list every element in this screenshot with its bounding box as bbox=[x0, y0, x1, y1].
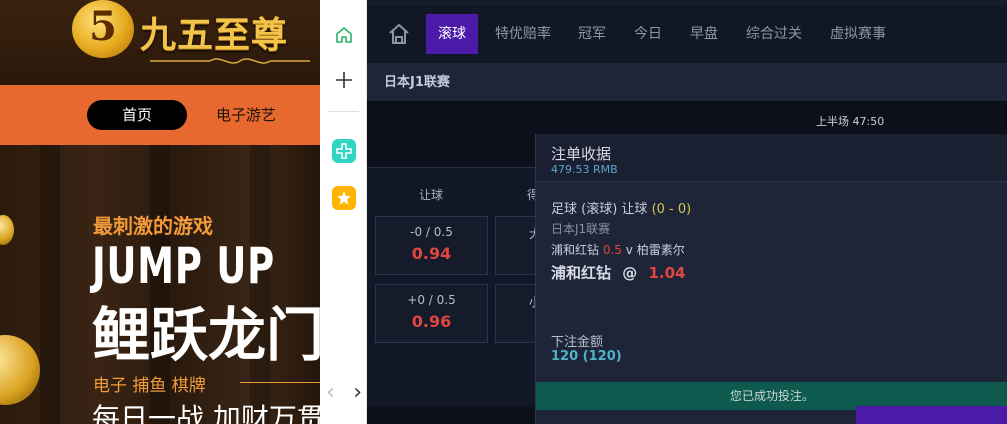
bet-score: (0 - 0) bbox=[651, 202, 692, 217]
casino-website: 5 九五至尊 首页 电子游艺 最刺激的游戏 JUMP UP 鲤跃龙门 电子 捕鱼… bbox=[0, 0, 320, 424]
home-icon[interactable] bbox=[387, 22, 411, 46]
match-period: 上半场 47:50 bbox=[816, 115, 885, 128]
coin-decoration bbox=[0, 215, 14, 245]
site-nav: 首页 电子游艺 bbox=[0, 85, 320, 145]
cross-app-icon bbox=[332, 139, 356, 163]
banner-stripe bbox=[40, 145, 60, 424]
chevron-right-icon[interactable]: › bbox=[353, 380, 362, 405]
tab-parlay[interactable]: 综合过关 bbox=[746, 14, 802, 54]
banner-divider bbox=[240, 382, 320, 383]
site-header: 5 九五至尊 bbox=[0, 0, 320, 85]
logo-emblem[interactable]: 5 bbox=[72, 0, 134, 58]
odds-line: -0 / 0.5 bbox=[410, 225, 453, 239]
bet-slip: 注单收据 479.53 RMB 足球 (滚球) 让球 (0 - 0) 日本J1联… bbox=[535, 134, 1007, 424]
bet-price: 1.04 bbox=[648, 264, 686, 282]
bet-handicap: 0.5 bbox=[602, 243, 622, 257]
banner-categories: 电子 捕鱼 棋牌 bbox=[93, 376, 206, 396]
bet-at: @ bbox=[622, 264, 638, 282]
sidebar-app-cross[interactable] bbox=[331, 138, 357, 164]
banner-headline-en: JUMP UP bbox=[92, 237, 275, 295]
browser-sidebar: ‹ › bbox=[320, 0, 367, 424]
chevron-left-icon[interactable]: ‹ bbox=[326, 380, 335, 405]
odds-line: +0 / 0.5 bbox=[407, 293, 456, 307]
star-app-icon bbox=[332, 186, 356, 210]
tab-early[interactable]: 早盘 bbox=[690, 14, 718, 54]
odds-price: 0.96 bbox=[411, 312, 452, 331]
sportsbook-nav: 滚球 特优赔率 冠军 今日 早盘 综合过关 虚拟赛事 bbox=[367, 6, 1007, 63]
bet-selection-team: 浦和红钻 bbox=[551, 264, 612, 282]
banner-slogan: 每日一战 加财万贯 bbox=[92, 402, 320, 424]
bet-home-team: 浦和红钻 bbox=[551, 243, 600, 257]
bet-away-team: 柏雷素尔 bbox=[636, 243, 685, 257]
sportsbook: 滚球 特优赔率 冠军 今日 早盘 综合过关 虚拟赛事 日本J1联赛 上半场 47… bbox=[367, 0, 1007, 424]
home-icon bbox=[336, 27, 352, 43]
sidebar-home-button[interactable] bbox=[331, 22, 357, 48]
nav-slots-link[interactable]: 电子游艺 bbox=[216, 100, 276, 130]
logo-text[interactable]: 九五至尊 bbox=[140, 6, 288, 58]
stake-value: 120 (120) bbox=[551, 349, 622, 364]
bet-slip-balance: 479.53 RMB bbox=[551, 163, 618, 176]
plus-icon bbox=[336, 72, 352, 88]
tab-virtual[interactable]: 虚拟赛事 bbox=[830, 14, 886, 54]
odds-cell[interactable]: +0 / 0.5 0.96 bbox=[375, 284, 488, 343]
sidebar-add-button[interactable] bbox=[331, 67, 357, 93]
sidebar-app-star[interactable] bbox=[331, 185, 357, 211]
odds-panel: 让球 得 -0 / 0.5 0.94 大 +0 / 0.5 0.96 小 bbox=[367, 167, 608, 407]
sidebar-pager: ‹ › bbox=[326, 380, 362, 405]
tab-live[interactable]: 滚球 bbox=[426, 14, 478, 54]
tab-outright[interactable]: 冠军 bbox=[578, 14, 606, 54]
logo-ornament-icon bbox=[150, 58, 310, 64]
column-handicap: 让球 bbox=[419, 188, 444, 202]
stake-label: 下注金额 bbox=[551, 335, 604, 350]
banner-tagline: 最刺激的游戏 bbox=[93, 214, 213, 238]
promo-banner[interactable]: 最刺激的游戏 JUMP UP 鲤跃龙门 电子 捕鱼 棋牌 每日一战 加财万贯 bbox=[0, 145, 320, 424]
league-header: 日本J1联赛 bbox=[367, 63, 1007, 101]
tab-today[interactable]: 今日 bbox=[634, 14, 662, 54]
banner-headline-cn: 鲤跃龙门 bbox=[92, 301, 320, 369]
odds-cell[interactable]: -0 / 0.5 0.94 bbox=[375, 216, 488, 275]
bet-vs: v bbox=[625, 243, 633, 257]
sidebar-divider bbox=[328, 111, 359, 112]
bet-match: 浦和红钻 0.5 v 柏雷素尔 bbox=[551, 241, 685, 258]
slip-action-button[interactable] bbox=[856, 406, 1007, 424]
bet-market-label: 足球 (滚球) 让球 bbox=[551, 202, 648, 217]
nav-home-link[interactable]: 首页 bbox=[87, 100, 187, 130]
bet-slip-header: 注单收据 479.53 RMB bbox=[536, 134, 1007, 182]
tab-special-odds[interactable]: 特优赔率 bbox=[495, 14, 551, 54]
screen: 5 九五至尊 首页 电子游艺 最刺激的游戏 JUMP UP 鲤跃龙门 电子 捕鱼… bbox=[0, 0, 1007, 424]
bet-slip-title: 注单收据 bbox=[551, 145, 612, 163]
coin-decoration bbox=[0, 335, 40, 405]
bet-league: 日本J1联赛 bbox=[551, 222, 611, 236]
bet-market: 足球 (滚球) 让球 (0 - 0) bbox=[551, 198, 691, 217]
odds-price: 0.94 bbox=[411, 244, 452, 263]
bet-selection: 浦和红钻 @ 1.04 bbox=[551, 262, 686, 283]
league-title: 日本J1联赛 bbox=[384, 75, 450, 90]
